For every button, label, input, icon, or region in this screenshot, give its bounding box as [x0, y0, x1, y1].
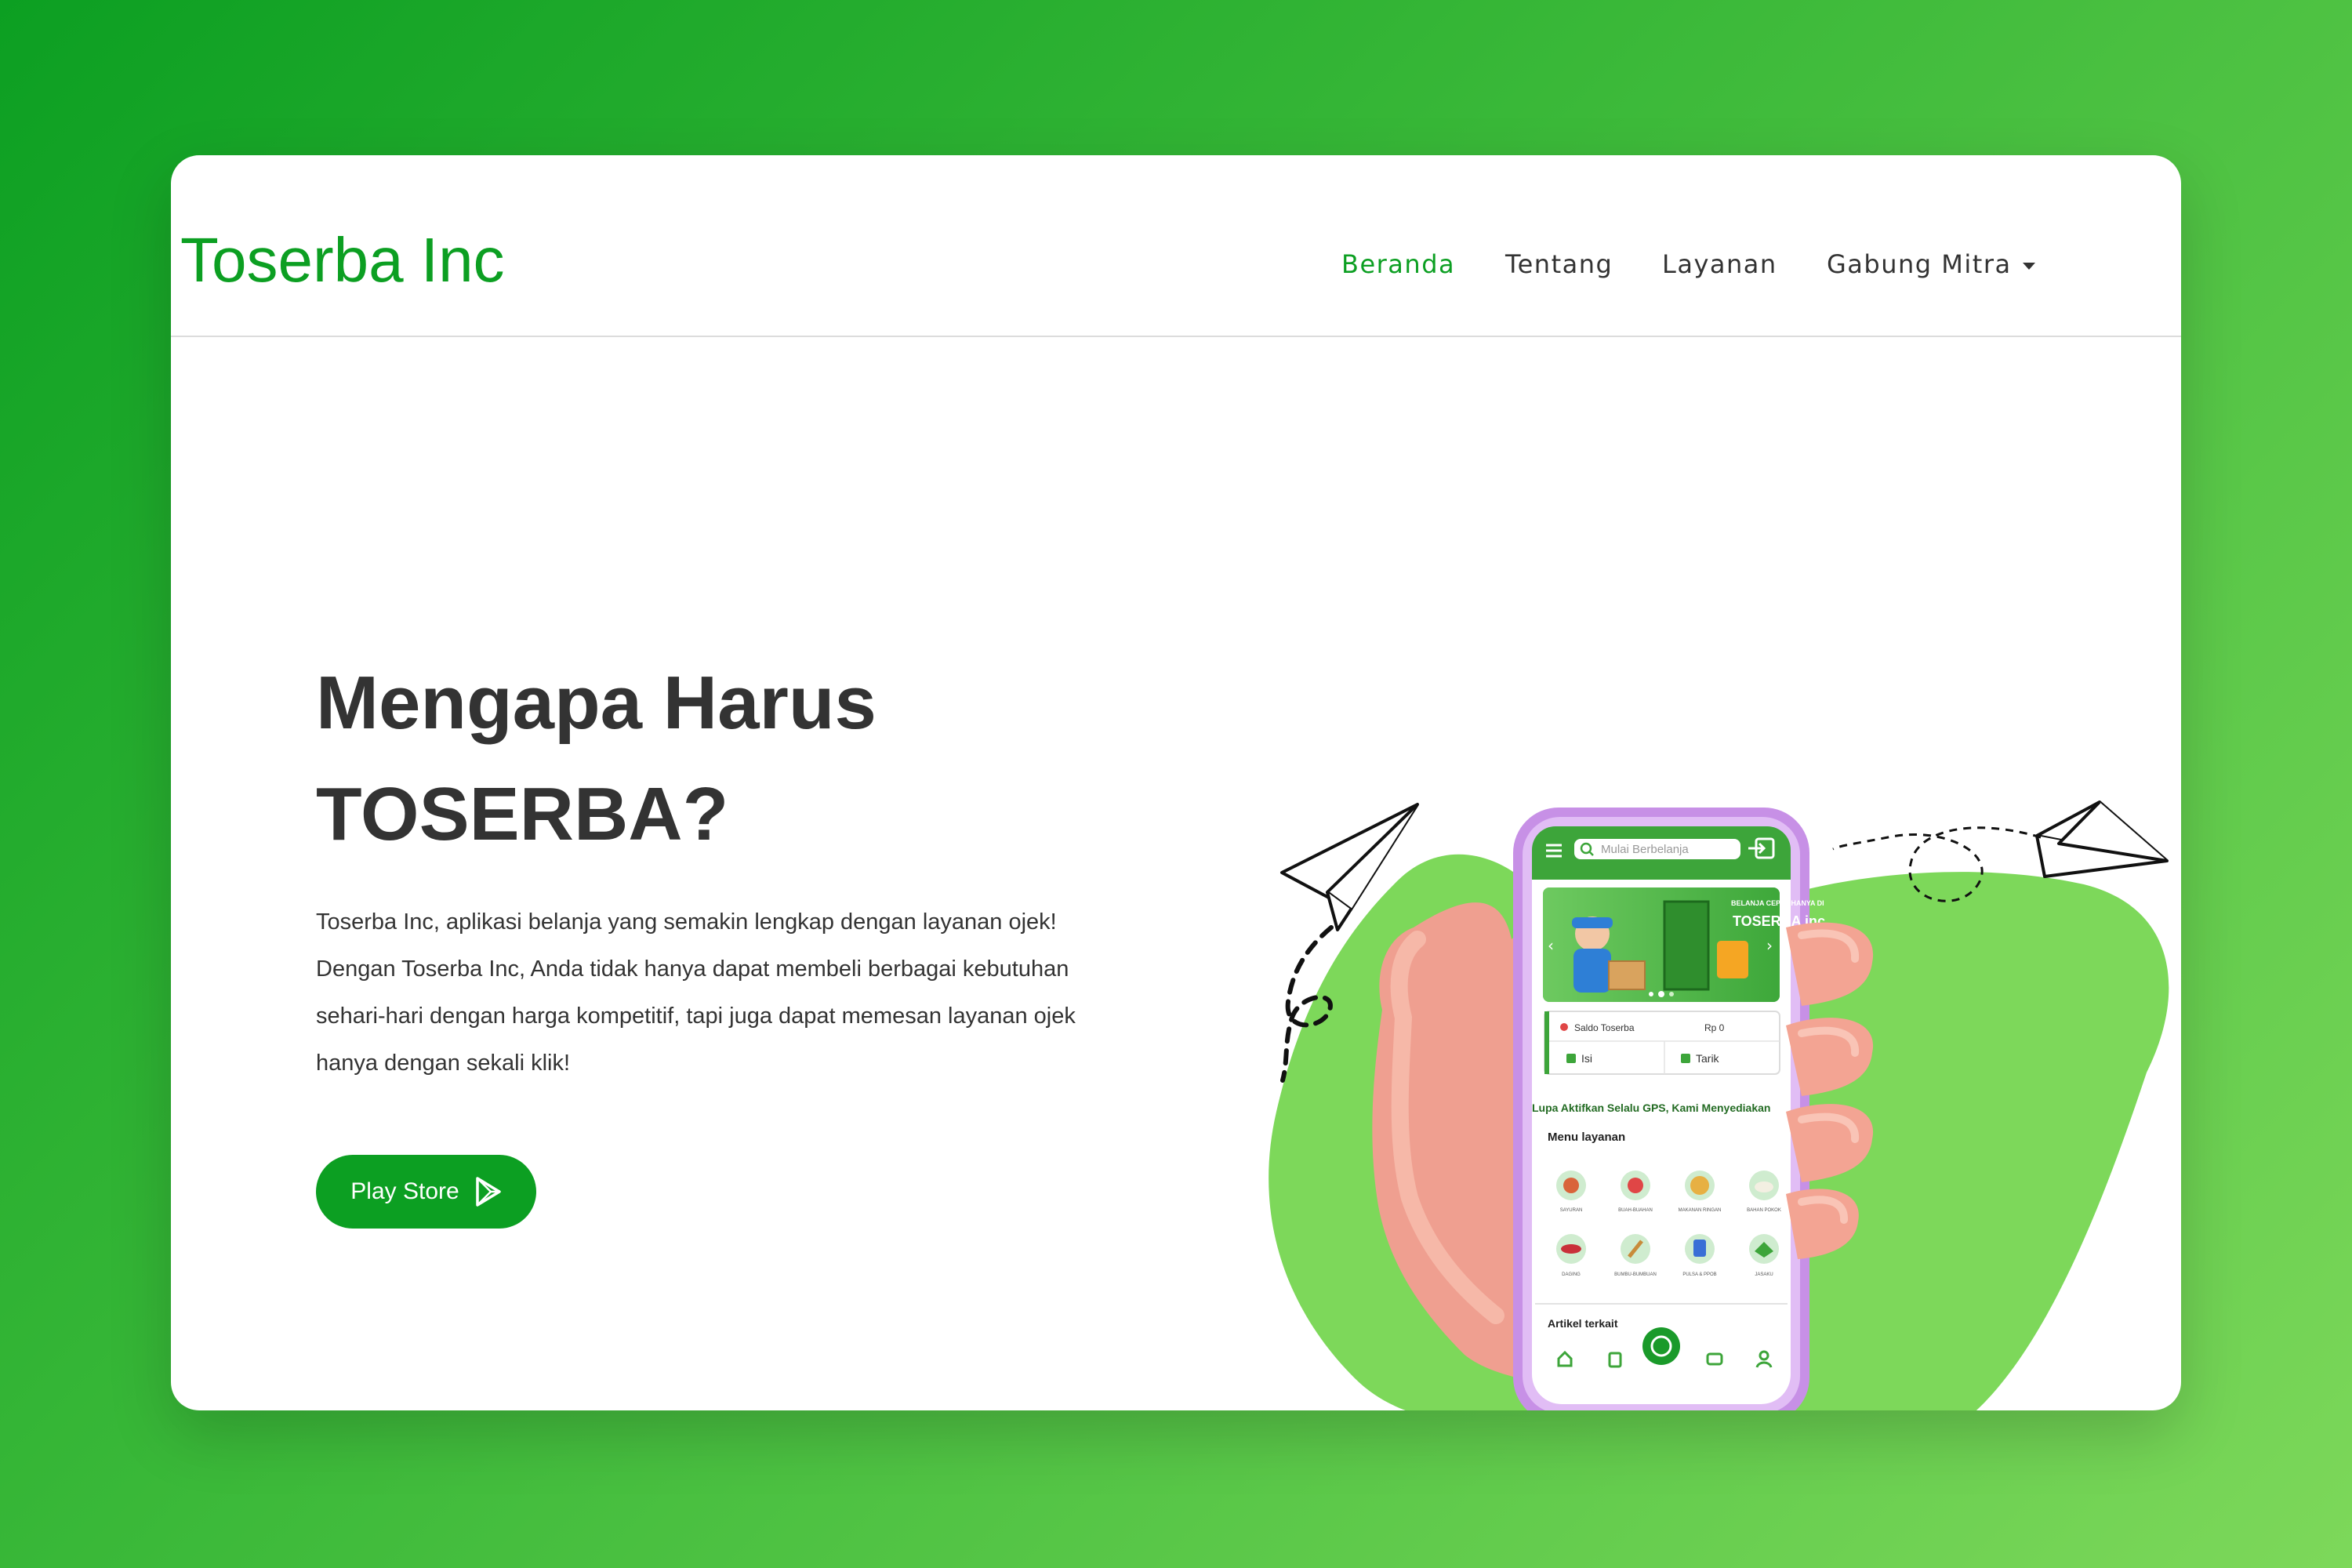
hero-description-line: hanya dengan sekali klik!: [316, 1051, 571, 1076]
nav-item-beranda[interactable]: Beranda: [1341, 249, 1455, 279]
menu-title: Menu layanan: [1548, 1131, 1625, 1144]
ticker-text: Lupa Aktifkan Selalu GPS, Kami Menyediak…: [1532, 1102, 1770, 1114]
navbar: Toserba Inc Beranda Tentang Layanan Gabu…: [171, 155, 2181, 337]
hero-illustration: Mulai Berbelanja BELANJA CEPAT HANYA DI …: [1269, 800, 2169, 1410]
hero-description-line: Toserba Inc, aplikasi belanja yang semak…: [316, 909, 1057, 935]
hero-title-line1: Mengapa Harus: [316, 661, 877, 745]
saldo-label: Saldo Toserba: [1574, 1022, 1635, 1033]
hero-title: Mengapa Harus TOSERBA?: [316, 648, 1022, 870]
nav-item-tentang[interactable]: Tentang: [1505, 249, 1613, 279]
nav-item-layanan[interactable]: Layanan: [1662, 249, 1777, 279]
menu-item-label: DAGING: [1562, 1272, 1581, 1277]
withdraw-icon: [1681, 1054, 1690, 1063]
nav-item-gabung-mitra-label: Gabung Mitra: [1827, 249, 2012, 279]
menu-item-label: MAKANAN RINGAN: [1679, 1208, 1722, 1213]
play-store-icon: [475, 1177, 501, 1207]
menu-item-label: PULSA & PPOB: [1682, 1272, 1716, 1277]
play-store-button[interactable]: Play Store: [316, 1155, 536, 1229]
menu-item-label: BAHAN POKOK: [1747, 1208, 1781, 1213]
wallet-icon: [1560, 1023, 1568, 1031]
plus-icon: [1566, 1054, 1576, 1063]
banner-line1: BELANJA CEPAT HANYA DI: [1731, 899, 1824, 907]
menu-item-label: SAYURAN: [1560, 1208, 1583, 1213]
whatsapp-icon: [1642, 1327, 1680, 1365]
brand-logo[interactable]: Toserba Inc: [180, 224, 505, 296]
main-card: Toserba Inc Beranda Tentang Layanan Gabu…: [171, 155, 2181, 1410]
menu-item-label: BUAH-BUAHAN: [1618, 1208, 1653, 1213]
phone-search-placeholder: Mulai Berbelanja: [1601, 843, 1689, 856]
article-title: Artikel terkait: [1548, 1317, 1618, 1330]
nav-item-gabung-mitra[interactable]: Gabung Mitra: [1827, 249, 2035, 279]
banner-prev-icon: ‹: [1548, 936, 1554, 955]
chevron-down-icon: [2022, 262, 2035, 270]
hero-description: Toserba Inc, aplikasi belanja yang semak…: [316, 898, 1123, 1087]
play-store-label: Play Store: [350, 1178, 459, 1204]
smartphone: Mulai Berbelanja BELANJA CEPAT HANYA DI …: [1513, 808, 1825, 1410]
isi-label: Isi: [1581, 1052, 1592, 1065]
saldo-value: Rp 0: [1704, 1022, 1725, 1033]
hero-description-line: sehari-hari dengan harga kompetitif, tap…: [316, 1004, 1076, 1029]
banner-next-icon: ›: [1766, 936, 1773, 955]
menu-item-label: BUMBU-BUMBUAN: [1614, 1272, 1657, 1277]
paper-plane-right-icon: [2035, 800, 2169, 878]
menu-item-label: JASAKU: [1755, 1272, 1773, 1277]
tarik-label: Tarik: [1696, 1052, 1720, 1065]
hero-title-line2: TOSERBA?: [316, 772, 729, 856]
hero-description-line: Dengan Toserba Inc, Anda tidak hanya dap…: [316, 956, 1069, 982]
